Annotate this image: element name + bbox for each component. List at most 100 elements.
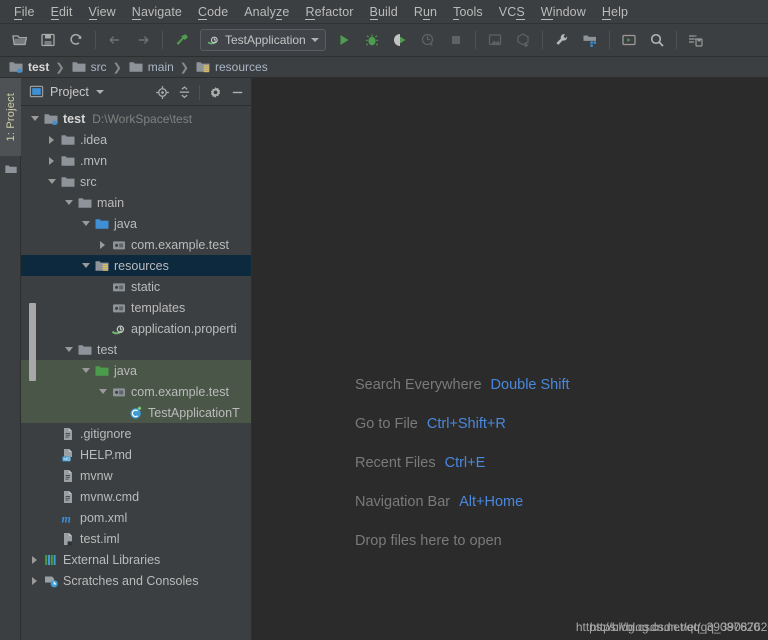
- menu-item-run[interactable]: Run: [406, 2, 445, 22]
- toolbar-separator: [162, 31, 163, 49]
- menu-item-refactor[interactable]: Refactor: [297, 2, 361, 22]
- tree-row[interactable]: m pom.xml: [21, 507, 251, 528]
- sync-refresh-icon[interactable]: [63, 28, 89, 52]
- chevron-right-icon[interactable]: [45, 154, 58, 167]
- build-hammer-icon[interactable]: [169, 28, 195, 52]
- update-project-icon[interactable]: [482, 28, 508, 52]
- folder-icon: [129, 62, 143, 72]
- run-configuration-selector[interactable]: TestApplication: [200, 29, 326, 51]
- menu-item-vcs[interactable]: VCS: [491, 2, 533, 22]
- tree-node-icon-wrap: m: [60, 510, 76, 526]
- shortcut-hint-row: Go to File Ctrl+Shift+R: [355, 404, 570, 443]
- shortcut-hint-label: Navigation Bar: [355, 493, 451, 510]
- tree-row[interactable]: application.properti: [21, 318, 251, 339]
- datasource-icon[interactable]: [683, 28, 709, 52]
- shortcut-hint-row: Navigation Bar Alt+Home: [355, 482, 570, 521]
- tree-row[interactable]: mvnw.cmd: [21, 486, 251, 507]
- tree-row[interactable]: .gitignore: [21, 423, 251, 444]
- hide-panel-icon[interactable]: [227, 82, 247, 102]
- back-arrow-icon[interactable]: [102, 28, 128, 52]
- forward-arrow-icon[interactable]: [130, 28, 156, 52]
- tree-node-label: mvnw: [80, 468, 113, 483]
- breadcrumb-item-resources[interactable]: resources: [195, 59, 268, 75]
- tree-row[interactable]: src: [21, 171, 251, 192]
- run-play-icon[interactable]: [331, 28, 357, 52]
- tree-row[interactable]: java: [21, 213, 251, 234]
- breadcrumb-item-main[interactable]: main: [128, 59, 174, 75]
- settings-wrench-icon[interactable]: [549, 28, 575, 52]
- tree-row[interactable]: test.iml: [21, 528, 251, 549]
- svg-text:MD: MD: [63, 456, 71, 461]
- tree-row[interactable]: static: [21, 276, 251, 297]
- tree-row[interactable]: com.example.test: [21, 234, 251, 255]
- tree-node-path: D:\WorkSpace\test: [92, 111, 193, 126]
- tree-row[interactable]: .mvn: [21, 150, 251, 171]
- stop-square-icon[interactable]: [443, 28, 469, 52]
- project-tree[interactable]: test D:\WorkSpace\test .idea .mvn src main jav…: [21, 106, 251, 640]
- breadcrumb-item-src[interactable]: src: [71, 59, 107, 75]
- tree-row[interactable]: .idea: [21, 129, 251, 150]
- tree-row[interactable]: mvnw: [21, 465, 251, 486]
- menu-item-code[interactable]: Code: [190, 2, 236, 22]
- tree-node-icon-wrap: [60, 426, 76, 442]
- open-folder-icon[interactable]: [7, 28, 33, 52]
- menu-item-help[interactable]: Help: [594, 2, 636, 22]
- project-panel-actions: [152, 78, 247, 106]
- favorites-folder-icon[interactable]: [4, 162, 18, 181]
- tree-node-label: com.example.test: [131, 237, 229, 252]
- tree-row[interactable]: resources: [21, 255, 251, 276]
- collapse-all-icon[interactable]: [174, 82, 194, 102]
- chevron-down-icon[interactable]: [79, 217, 92, 230]
- menu-item-tools[interactable]: Tools: [445, 2, 491, 22]
- menu-item-window[interactable]: Window: [533, 2, 594, 22]
- chevron-down-icon[interactable]: [96, 385, 109, 398]
- menu-item-file[interactable]: File: [6, 2, 43, 22]
- settings-gear-icon[interactable]: [205, 82, 225, 102]
- tree-row[interactable]: External Libraries: [21, 549, 251, 570]
- tree-node-label: TestApplicationT: [148, 405, 240, 420]
- menu-item-view[interactable]: View: [81, 2, 124, 22]
- project-structure-icon[interactable]: [577, 28, 603, 52]
- tree-node-label: External Libraries: [63, 552, 161, 567]
- tree-row[interactable]: MD HELP.md: [21, 444, 251, 465]
- tree-row[interactable]: test D:\WorkSpace\test: [21, 108, 251, 129]
- tree-row[interactable]: Scratches and Consoles: [21, 570, 251, 591]
- menu-item-edit[interactable]: Edit: [43, 2, 81, 22]
- shortcut-hint-row: Recent Files Ctrl+E: [355, 443, 570, 482]
- chevron-down-icon[interactable]: [62, 196, 75, 209]
- chevron-right-icon[interactable]: [45, 133, 58, 146]
- menu-item-analyze[interactable]: Analyze: [236, 2, 297, 22]
- tree-row[interactable]: TestApplicationT: [21, 402, 251, 423]
- tree-row[interactable]: com.example.test: [21, 381, 251, 402]
- editor-shortcut-hints: Search Everywhere Double Shift Go to File C…: [355, 365, 570, 560]
- run-coverage-icon[interactable]: [387, 28, 413, 52]
- chevron-down-icon[interactable]: [28, 112, 41, 125]
- chevron-down-icon[interactable]: [95, 89, 104, 94]
- breadcrumb-item-test[interactable]: test: [8, 59, 49, 75]
- commit-icon[interactable]: [510, 28, 536, 52]
- tree-row[interactable]: test: [21, 339, 251, 360]
- tree-row[interactable]: templates: [21, 297, 251, 318]
- tree-row[interactable]: main: [21, 192, 251, 213]
- save-all-icon[interactable]: [35, 28, 61, 52]
- chevron-right-icon[interactable]: [28, 553, 41, 566]
- search-icon[interactable]: [644, 28, 670, 52]
- chevron-right-icon[interactable]: [96, 238, 109, 251]
- terminal-icon[interactable]: [616, 28, 642, 52]
- chevron-down-icon[interactable]: [62, 343, 75, 356]
- menu-item-navigate[interactable]: Navigate: [124, 2, 190, 22]
- debug-bug-icon[interactable]: [359, 28, 385, 52]
- menu-item-build[interactable]: Build: [362, 2, 406, 22]
- profile-icon[interactable]: [415, 28, 441, 52]
- chevron-down-icon[interactable]: [310, 38, 319, 42]
- chevron-down-icon[interactable]: [79, 259, 92, 272]
- tree-node-icon-wrap: [43, 111, 59, 127]
- tree-row[interactable]: java: [21, 360, 251, 381]
- chevron-down-icon[interactable]: [45, 175, 58, 188]
- chevron-down-icon[interactable]: [79, 364, 92, 377]
- chevron-right-icon[interactable]: [28, 574, 41, 587]
- project-tree-scrollbar[interactable]: [29, 303, 36, 381]
- tool-window-tab-project[interactable]: 1: Project: [0, 78, 21, 156]
- scroll-from-source-icon[interactable]: [152, 82, 172, 102]
